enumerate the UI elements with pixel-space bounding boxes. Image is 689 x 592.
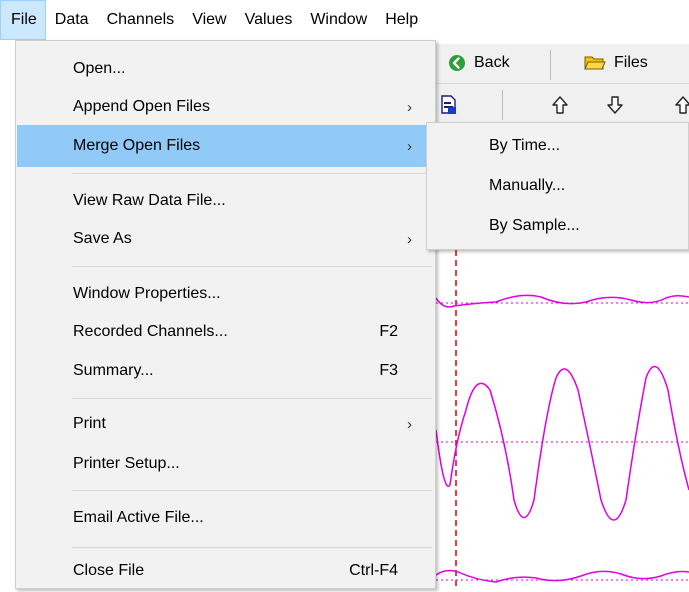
move-up-button-partial[interactable]: [674, 95, 689, 115]
menu-item-label: Email Active File...: [73, 509, 204, 526]
menu-item-label: Open...: [73, 60, 126, 77]
submenu-arrow-icon: ›: [407, 415, 412, 433]
file-menu: Open... Append Open Files › Merge Open F…: [15, 40, 436, 589]
menu-values[interactable]: Values: [236, 0, 302, 40]
menu-item-save-as[interactable]: Save As ›: [17, 218, 434, 260]
menu-separator: [72, 173, 432, 174]
waveform-plot[interactable]: [436, 250, 689, 589]
menu-item-open[interactable]: Open...: [17, 48, 434, 90]
folder-icon: [584, 56, 606, 70]
menu-item-view-raw-data-file[interactable]: View Raw Data File...: [17, 180, 434, 222]
menu-item-label: Printer Setup...: [73, 455, 180, 472]
up-arrow-icon: [675, 96, 689, 114]
menu-view[interactable]: View: [183, 0, 235, 40]
submenu-arrow-icon: ›: [407, 98, 412, 116]
menu-separator: [72, 490, 432, 491]
document-button[interactable]: [440, 95, 458, 115]
navigation-toolbar: Back Files: [436, 44, 689, 84]
submenu-item-manually[interactable]: Manually...: [489, 177, 565, 195]
menu-window[interactable]: Window: [301, 0, 376, 40]
menu-item-label: Close File: [73, 562, 145, 579]
menu-item-shortcut: Ctrl-F4: [349, 562, 398, 579]
back-button[interactable]: Back: [448, 54, 510, 72]
menu-separator: [72, 266, 432, 267]
action-toolbar: [436, 84, 689, 126]
down-arrow-icon: [607, 96, 623, 114]
document-icon: [441, 95, 456, 114]
menu-separator: [72, 547, 432, 548]
menu-item-print[interactable]: Print ›: [17, 403, 434, 445]
menu-item-recorded-channels[interactable]: Recorded Channels... F2: [17, 311, 434, 353]
files-label: Files: [614, 54, 648, 71]
menu-item-close-file[interactable]: Close File Ctrl-F4: [17, 550, 434, 592]
menu-file[interactable]: File: [0, 0, 46, 40]
menu-item-window-properties[interactable]: Window Properties...: [17, 273, 434, 315]
menu-item-shortcut: F3: [379, 362, 398, 379]
menu-item-shortcut: F2: [379, 323, 398, 340]
trace-middle: [436, 365, 689, 521]
menu-bar: File Data Channels View Values Window He…: [0, 0, 689, 40]
menu-data[interactable]: Data: [46, 0, 98, 40]
menu-item-merge-open-files[interactable]: Merge Open Files ›: [17, 125, 434, 167]
toolbar-separator: [502, 90, 503, 120]
back-arrow-icon: [449, 55, 465, 71]
menu-item-printer-setup[interactable]: Printer Setup...: [17, 443, 434, 485]
submenu-arrow-icon: ›: [407, 137, 412, 155]
submenu-item-by-sample[interactable]: By Sample...: [489, 217, 580, 235]
menu-item-label: Summary...: [73, 362, 154, 379]
menu-item-summary[interactable]: Summary... F3: [17, 350, 434, 392]
menu-item-label: Recorded Channels...: [73, 323, 228, 340]
submenu-arrow-icon: ›: [407, 230, 412, 248]
menu-item-email-active-file[interactable]: Email Active File...: [17, 497, 434, 539]
menu-separator: [72, 398, 432, 399]
trace-top: [436, 294, 689, 308]
files-button[interactable]: Files: [584, 54, 648, 72]
menu-item-label: Save As: [73, 230, 132, 247]
move-up-button[interactable]: [551, 95, 569, 115]
up-arrow-icon: [552, 96, 568, 114]
menu-item-label: View Raw Data File...: [73, 192, 226, 209]
menu-item-append-open-files[interactable]: Append Open Files ›: [17, 86, 434, 128]
back-label: Back: [474, 54, 510, 71]
menu-help[interactable]: Help: [376, 0, 427, 40]
toolbar-separator: [550, 50, 551, 80]
menu-item-label: Window Properties...: [73, 285, 221, 302]
menu-channels[interactable]: Channels: [98, 0, 184, 40]
menu-item-label: Append Open Files: [73, 98, 210, 115]
move-down-button[interactable]: [606, 95, 624, 115]
merge-open-files-submenu: By Time... Manually... By Sample...: [426, 122, 689, 250]
submenu-item-by-time[interactable]: By Time...: [489, 137, 560, 155]
menu-item-label: Print: [73, 415, 106, 432]
menu-item-label: Merge Open Files: [73, 137, 201, 154]
